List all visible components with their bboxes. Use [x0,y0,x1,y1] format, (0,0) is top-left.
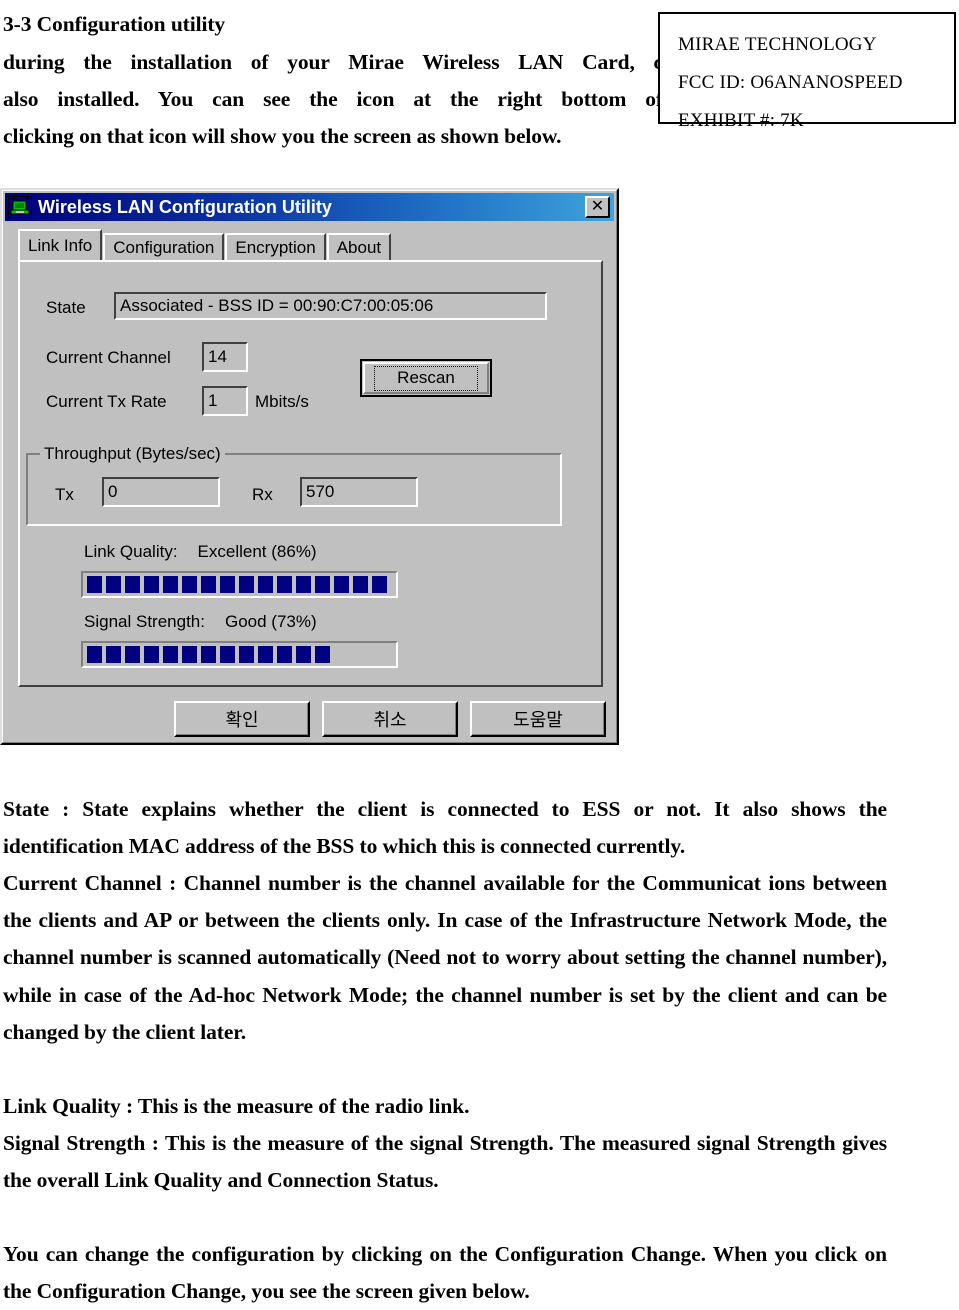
cancel-button-label: 취소 [373,710,407,730]
link-quality-block [144,576,159,593]
link-quality-caption: Link Quality: [84,542,178,561]
state-label: State [46,298,86,317]
paragraph-state: State : State explains whether the clien… [3,797,887,859]
dialog-titlebar: «|» Wireless LAN Configuration Utility ✕ [5,193,614,221]
signal-strength-block [106,646,121,663]
tab-strip: Link Info Configuration Encryption About [18,229,392,260]
link-quality-block [334,576,349,593]
tab-encryption[interactable]: Encryption [225,233,326,260]
rescan-button-bevel: Rescan [363,362,489,394]
intro-line-3: clicking on that icon will show you the … [3,124,562,148]
ok-button-label: 확인 [225,710,259,730]
signal-strength-meter [81,641,398,668]
link-quality-block [106,576,121,593]
tab-about[interactable]: About [326,233,392,260]
rescan-button[interactable]: Rescan [360,359,492,397]
ok-button[interactable]: 확인 [174,701,310,737]
throughput-groupbox-legend: Throughput (Bytes/sec) [40,444,225,464]
link-quality-block [258,576,273,593]
signal-strength-block [87,646,102,663]
tx-rate-units-label: Mbits/s [255,392,309,411]
rx-label: Rx [252,485,273,504]
tab-link-info-label: Link Info [28,235,93,255]
fcc-id: FCC ID: O6ANANOSPEED [678,72,903,93]
signal-strength-block [125,646,140,663]
signal-strength-value: Good (73%) [224,612,317,631]
paragraph-configuration-change: You can change the configuration by clic… [3,1242,887,1304]
current-channel-value-field: 14 [202,342,248,372]
link-quality-block [125,576,140,593]
state-value-field: Associated - BSS ID = 00:90:C7:00:05:06 [114,292,547,320]
link-quality-block [239,576,254,593]
signal-strength-block [163,646,178,663]
link-quality-block [201,576,216,593]
tab-configuration-label: Configuration [113,237,215,257]
close-icon[interactable]: ✕ [585,196,610,218]
tab-about-label: About [336,237,382,257]
paragraph-signal-strength: Signal Strength : This is the measure of… [3,1131,887,1193]
help-button[interactable]: 도움말 [470,701,606,737]
link-quality-block [87,576,102,593]
rx-value-field: 570 [300,477,418,507]
rescan-button-label: Rescan [374,365,478,391]
fcc-exhibit-number: EXHIBIT #: 7K [678,110,804,131]
link-quality-value: Excellent (86%) [197,542,317,561]
signal-strength-block [277,646,292,663]
signal-strength-label: Signal Strength: Good (73%) [84,612,317,632]
help-button-label: 도움말 [513,710,563,730]
fcc-company-name: MIRAE TECHNOLOGY [678,34,877,55]
link-quality-block [277,576,292,593]
tab-encryption-label: Encryption [235,237,316,257]
current-tx-rate-label: Current Tx Rate [46,392,167,411]
dialog-title: Wireless LAN Configuration Utility [38,196,332,217]
wireless-lan-configuration-dialog: «|» Wireless LAN Configuration Utility ✕… [0,188,619,745]
link-quality-block [163,576,178,593]
signal-strength-block [239,646,254,663]
link-quality-meter [81,571,398,598]
link-quality-block [220,576,235,593]
fcc-exhibit-box: MIRAE TECHNOLOGY FCC ID: O6ANANOSPEED EX… [658,12,956,131]
paragraph-link-quality: Link Quality : This is the measure of th… [3,1094,470,1118]
signal-strength-caption: Signal Strength: [84,612,205,631]
signal-strength-block [315,646,330,663]
intro-line-2: also installed. You can see the icon at … [3,87,663,111]
cancel-button[interactable]: 취소 [322,701,458,737]
link-quality-block [353,576,368,593]
tab-configuration[interactable]: Configuration [103,233,225,260]
signal-strength-block [201,646,216,663]
signal-strength-block [144,646,159,663]
signal-strength-block [220,646,235,663]
wireless-card-icon: «|» [8,196,32,218]
link-quality-block [182,576,197,593]
current-channel-label: Current Channel [46,348,171,367]
page-heading: 3-3 Configuration utility [3,12,226,36]
link-quality-label: Link Quality: Excellent (86%) [84,542,317,562]
link-quality-block [315,576,330,593]
link-quality-block [372,576,387,593]
tx-label: Tx [55,485,74,504]
tx-value-field: 0 [102,477,220,507]
signal-strength-block [182,646,197,663]
intro-line-1: during the installation of your Mirae Wi… [3,50,663,74]
signal-strength-block [258,646,273,663]
link-quality-block [296,576,311,593]
tab-link-info[interactable]: Link Info [18,229,103,260]
current-tx-rate-value-field: 1 [202,386,248,416]
signal-strength-block [296,646,311,663]
paragraph-current-channel: Current Channel : Channel number is the … [3,871,887,1044]
